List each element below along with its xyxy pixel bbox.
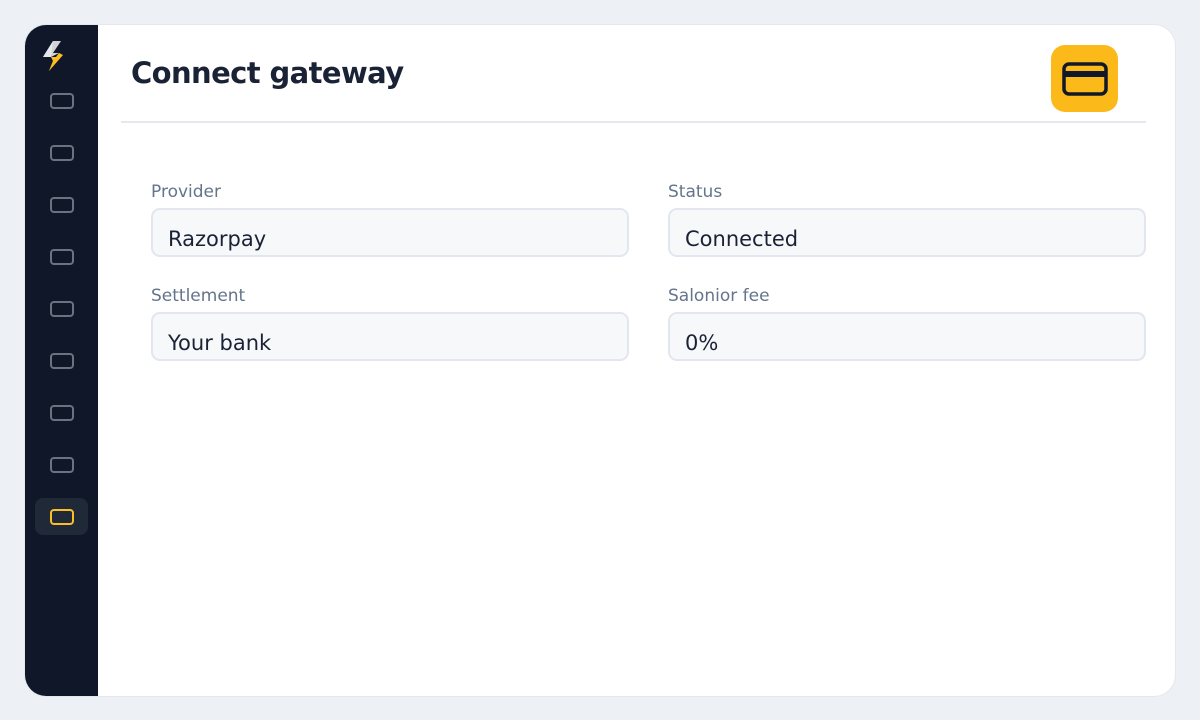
sidebar-item-1[interactable] xyxy=(35,82,88,119)
nav-icon xyxy=(49,248,74,265)
sidebar-item-3[interactable] xyxy=(35,186,88,223)
nav-icon xyxy=(49,300,74,317)
fee-label: Salonior fee xyxy=(668,286,770,306)
nav-icon xyxy=(49,196,74,213)
sidebar-item-7[interactable] xyxy=(35,394,88,431)
nav-icon xyxy=(49,456,74,473)
nav-icon xyxy=(49,92,74,109)
main-content: Connect gateway Provider Razorpay Status… xyxy=(98,25,1175,696)
app-window: Connect gateway Provider Razorpay Status… xyxy=(24,24,1176,697)
provider-field[interactable]: Razorpay xyxy=(151,208,629,257)
status-label: Status xyxy=(668,182,723,202)
provider-label: Provider xyxy=(151,182,221,202)
fee-field[interactable]: 0% xyxy=(668,312,1146,361)
nav-icon xyxy=(49,352,74,369)
sidebar-item-8[interactable] xyxy=(35,446,88,483)
status-field[interactable]: Connected xyxy=(668,208,1146,257)
sidebar-item-5[interactable] xyxy=(35,290,88,327)
page-title: Connect gateway xyxy=(131,56,404,90)
settlement-label: Settlement xyxy=(151,286,246,306)
credit-card-icon xyxy=(1061,61,1108,96)
nav-icon xyxy=(49,404,74,421)
sidebar-item-9-active[interactable] xyxy=(35,498,88,535)
header-divider xyxy=(121,121,1146,123)
settlement-field[interactable]: Your bank xyxy=(151,312,629,361)
sidebar-item-2[interactable] xyxy=(35,134,88,171)
sidebar-item-4[interactable] xyxy=(35,238,88,275)
lightning-bolt-icon[interactable] xyxy=(39,39,67,73)
sidebar xyxy=(25,25,98,696)
nav-icon xyxy=(49,508,74,525)
nav-icon xyxy=(49,144,74,161)
gateway-badge xyxy=(1051,45,1118,112)
sidebar-item-6[interactable] xyxy=(35,342,88,379)
